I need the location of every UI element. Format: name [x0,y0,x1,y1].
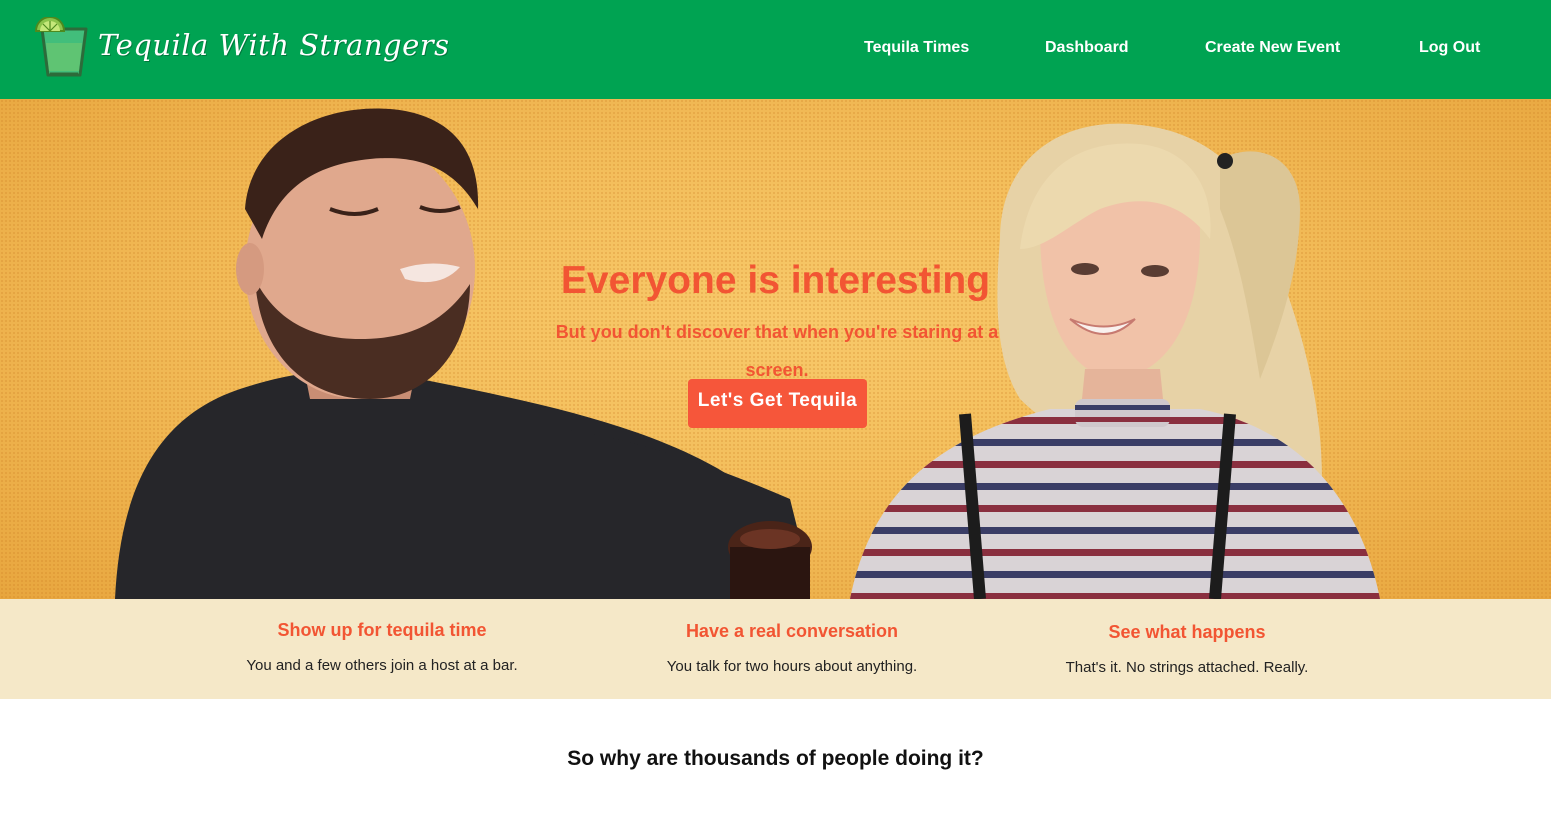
step-see-what-happens: See what happens That's it. No strings a… [997,620,1377,678]
nav-dashboard[interactable]: Dashboard [1045,37,1129,59]
how-it-works-band: Show up for tequila time You and a few o… [0,599,1551,699]
hero-title: Everyone is interesting [560,259,991,302]
step-text: You talk for two hours about anything. [666,658,918,675]
logo-link[interactable]: Tequila With Strangers [34,16,450,80]
shot-glass-lime-icon [34,17,88,77]
step-show-up: Show up for tequila time You and a few o… [192,618,572,676]
lets-get-tequila-button[interactable]: Let's Get Tequila [688,379,867,428]
nav-log-out[interactable]: Log Out [1419,37,1480,59]
main-nav: Tequila Times Dashboard Create New Event… [751,37,1551,61]
nav-create-new-event[interactable]: Create New Event [1205,37,1340,59]
hero-subtitle: But you don't discover that when you're … [555,322,999,380]
step-text: You and a few others join a host at a ba… [246,657,518,674]
step-conversation: Have a real conversation You talk for tw… [602,619,982,677]
nav-tequila-times[interactable]: Tequila Times [864,37,969,59]
step-title: Show up for tequila time [277,620,487,640]
why-heading: So why are thousands of people doing it? [567,747,984,770]
logo-text: Tequila With Strangers [98,27,450,62]
step-title: Have a real conversation [685,621,899,641]
step-text: That's it. No strings attached. Really. [1065,659,1309,676]
hero-section: Everyone is interesting But you don't di… [0,99,1551,599]
step-title: See what happens [1108,622,1266,642]
site-header: Tequila With Strangers Tequila Times Das… [0,0,1551,99]
